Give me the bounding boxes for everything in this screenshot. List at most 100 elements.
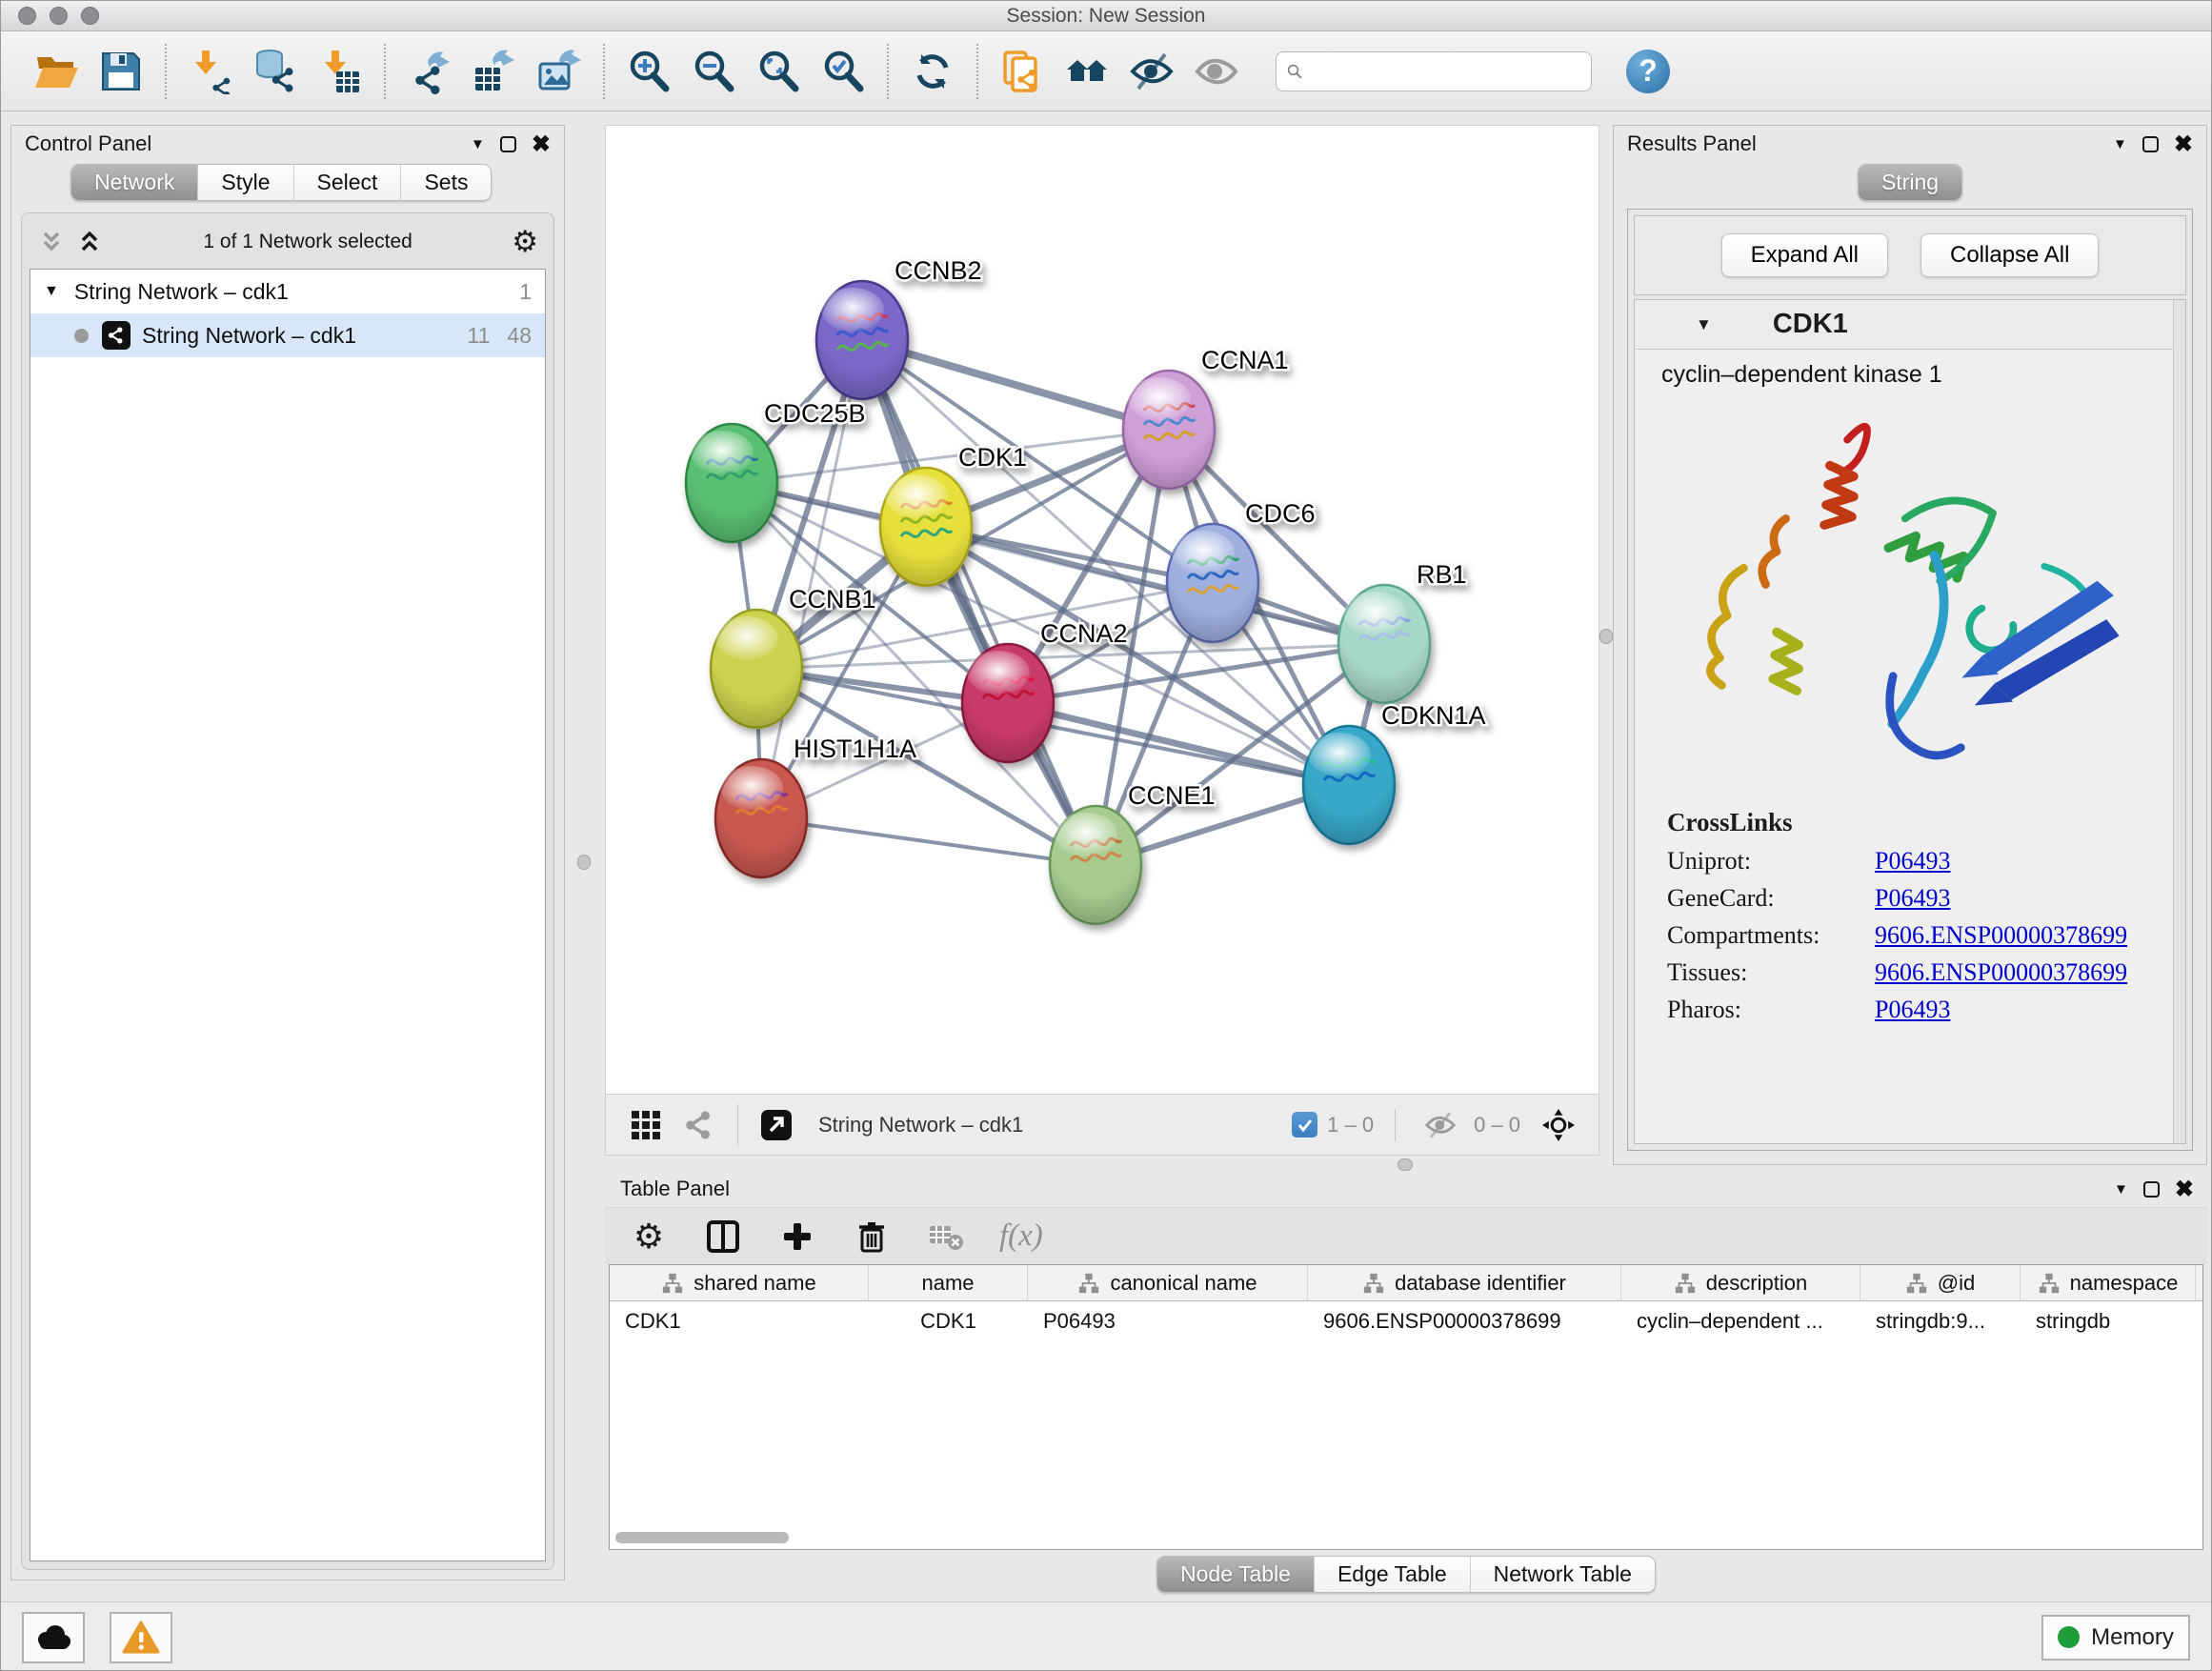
help-button[interactable]: ? xyxy=(1626,50,1670,93)
network-node-CDKN1A[interactable]: CDKN1A xyxy=(1303,701,1486,844)
table-options-gear-icon[interactable]: ⚙ xyxy=(628,1216,670,1258)
current-network-name: String Network – cdk1 xyxy=(818,1113,1023,1137)
collapse-all-button[interactable]: Collapse All xyxy=(1920,233,2099,277)
crosslink-link[interactable]: P06493 xyxy=(1875,847,1950,876)
table-horizontal-scrollbar[interactable] xyxy=(615,1532,2197,1545)
network-node-RB1[interactable]: RB1 xyxy=(1338,560,1467,703)
splitter-handle-right[interactable] xyxy=(1599,629,1613,644)
zoom-in-button[interactable] xyxy=(621,44,676,99)
protein-structure-image xyxy=(1659,398,2136,798)
control-panel-menu-caret[interactable]: ▼ xyxy=(471,136,485,152)
tab-network-table[interactable]: Network Table xyxy=(1471,1557,1655,1592)
network-edge-count: 48 xyxy=(507,323,532,349)
column-header-canonical-name[interactable]: canonical name xyxy=(1028,1265,1308,1300)
hide-selected-button[interactable] xyxy=(1124,44,1179,99)
column-header-namespace[interactable]: namespace xyxy=(2021,1265,2196,1300)
zoom-fit-button[interactable] xyxy=(751,44,806,99)
network-edge[interactable] xyxy=(862,340,1169,430)
tab-sets[interactable]: Sets xyxy=(401,165,491,200)
gene-expand-caret[interactable]: ▼ xyxy=(1696,315,1712,334)
network-edge[interactable] xyxy=(1008,703,1349,785)
network-node-HIST1H1A[interactable]: HIST1H1A xyxy=(715,735,916,877)
network-canvas[interactable]: CCNB2CCNA1CDC25BCDK1CDC6RB1CCNB1CCNA2CDK… xyxy=(605,125,1599,1095)
control-panel-float-button[interactable] xyxy=(500,136,516,152)
delete-column-icon[interactable] xyxy=(851,1216,893,1258)
import-network-database-button[interactable] xyxy=(248,44,303,99)
save-session-button[interactable] xyxy=(93,44,149,99)
create-column-icon[interactable] xyxy=(776,1216,818,1258)
column-header-description[interactable]: description xyxy=(1621,1265,1860,1300)
memory-button[interactable]: Memory xyxy=(2041,1615,2190,1661)
network-edge[interactable] xyxy=(761,818,1096,865)
splitter-handle-bottom[interactable] xyxy=(1398,1158,1413,1171)
birds-eye-view-icon[interactable] xyxy=(625,1104,667,1146)
network-collection-row[interactable]: ▼ String Network – cdk1 1 xyxy=(30,270,545,313)
table-panel-close-button[interactable]: ✖ xyxy=(2175,1176,2194,1203)
splitter-handle-left[interactable] xyxy=(577,855,591,870)
column-header-database-identifier[interactable]: database identifier xyxy=(1308,1265,1621,1300)
expand-all-networks-icon[interactable] xyxy=(37,228,66,256)
results-panel-float-button[interactable] xyxy=(2142,136,2159,152)
table-row[interactable]: CDK1CDK1P064939606.ENSP00000378699cyclin… xyxy=(610,1301,2202,1341)
export-network-button[interactable] xyxy=(402,44,457,99)
collection-expand-caret[interactable]: ▼ xyxy=(44,283,59,300)
collapse-all-networks-icon[interactable] xyxy=(75,228,104,256)
memory-label: Memory xyxy=(2091,1624,2174,1651)
first-neighbors-button[interactable] xyxy=(1059,44,1115,99)
results-panel-close-button[interactable]: ✖ xyxy=(2174,131,2193,158)
network-node-CCNA2[interactable]: CCNA2 xyxy=(962,619,1128,762)
copy-network-button[interactable] xyxy=(995,44,1050,99)
expand-all-button[interactable]: Expand All xyxy=(1721,233,1888,277)
scrollbar-thumb[interactable] xyxy=(615,1532,789,1543)
warnings-button[interactable] xyxy=(110,1612,172,1663)
toolbar-separator xyxy=(887,44,889,99)
show-all-button[interactable] xyxy=(1189,44,1244,99)
column-header-@id[interactable]: @id xyxy=(1860,1265,2021,1300)
crosslink-link[interactable]: 9606.ENSP00000378699 xyxy=(1875,958,2127,987)
network-node-CCNB2[interactable]: CCNB2 xyxy=(816,256,982,399)
fit-content-crosshair-icon[interactable] xyxy=(1538,1104,1579,1146)
collection-label: String Network – cdk1 xyxy=(74,279,289,305)
hidden-counts: 0 – 0 xyxy=(1474,1113,1520,1137)
tab-network[interactable]: Network xyxy=(71,165,198,200)
table-panel-menu-caret[interactable]: ▼ xyxy=(2114,1181,2128,1198)
network-share-icon[interactable] xyxy=(678,1104,720,1146)
crosslink-link[interactable]: 9606.ENSP00000378699 xyxy=(1875,921,2127,950)
results-panel-menu-caret[interactable]: ▼ xyxy=(2113,136,2127,152)
crosslink-row: Pharos:P06493 xyxy=(1667,996,2185,1024)
cloud-status-button[interactable] xyxy=(22,1612,85,1663)
tab-node-table[interactable]: Node Table xyxy=(1157,1557,1315,1592)
search-input[interactable] xyxy=(1303,58,1581,85)
export-table-button[interactable] xyxy=(467,44,522,99)
results-scrollbar[interactable] xyxy=(2173,300,2185,1143)
node-label: RB1 xyxy=(1417,560,1467,589)
import-network-file-button[interactable] xyxy=(183,44,238,99)
crosslink-link[interactable]: P06493 xyxy=(1875,884,1950,913)
network-node-CCNE1[interactable]: CCNE1 xyxy=(1050,781,1216,924)
crosslinks-list: Uniprot:P06493GeneCard:P06493Compartment… xyxy=(1667,847,2185,1024)
network-row[interactable]: String Network – cdk1 11 48 xyxy=(30,313,545,357)
refresh-layout-button[interactable] xyxy=(905,44,960,99)
column-type-icon xyxy=(1674,1272,1697,1295)
zoom-selected-button[interactable] xyxy=(815,44,871,99)
import-table-button[interactable] xyxy=(312,44,368,99)
tab-style[interactable]: Style xyxy=(198,165,293,200)
show-columns-icon[interactable] xyxy=(702,1216,744,1258)
table-panel-float-button[interactable] xyxy=(2143,1181,2160,1198)
tab-select[interactable]: Select xyxy=(294,165,402,200)
column-header-shared-name[interactable]: shared name xyxy=(610,1265,869,1300)
export-image-button[interactable] xyxy=(532,44,587,99)
detach-view-icon[interactable] xyxy=(755,1104,797,1146)
open-session-button[interactable] xyxy=(29,44,84,99)
network-graph[interactable]: CCNB2CCNA1CDC25BCDK1CDC6RB1CCNB1CCNA2CDK… xyxy=(606,126,1599,1094)
network-options-gear-icon[interactable]: ⚙ xyxy=(512,225,538,259)
control-panel-close-button[interactable]: ✖ xyxy=(532,131,551,158)
search-box[interactable] xyxy=(1276,51,1592,91)
results-panel: Results Panel ▼ ✖ String Expand All Coll… xyxy=(1613,125,2207,1165)
tab-string[interactable]: String xyxy=(1859,165,1961,200)
crosslink-link[interactable]: P06493 xyxy=(1875,996,1950,1024)
selected-nodes-checkbox[interactable] xyxy=(1292,1112,1317,1137)
column-header-name[interactable]: name xyxy=(869,1265,1028,1300)
tab-edge-table[interactable]: Edge Table xyxy=(1315,1557,1471,1592)
zoom-out-button[interactable] xyxy=(686,44,741,99)
